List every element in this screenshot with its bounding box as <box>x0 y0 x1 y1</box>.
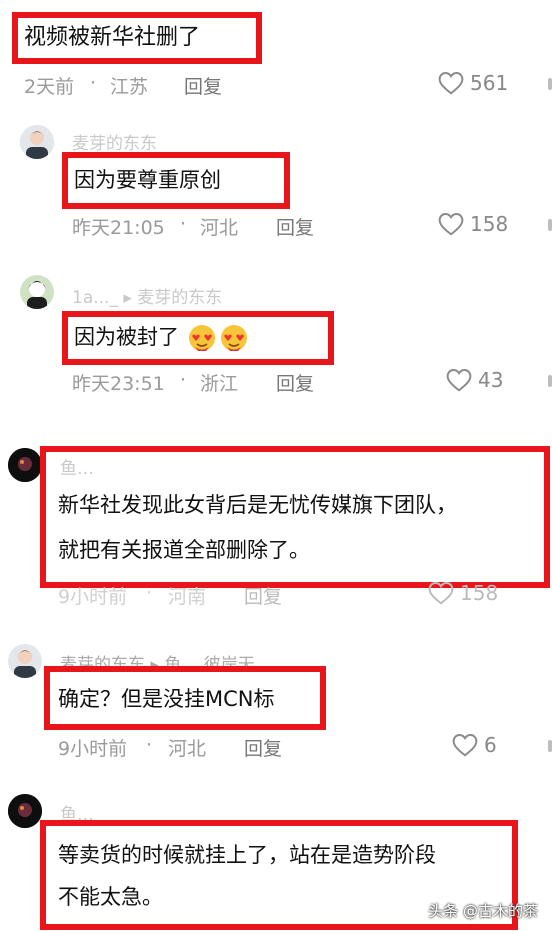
like-count: 43 <box>478 368 504 392</box>
comment-1: 视频被新华社删了 2天前 · 江苏 回复 561 <box>0 0 552 110</box>
avatar[interactable] <box>8 448 42 482</box>
comment-location: 河北 <box>168 738 207 760</box>
like-count: 158 <box>460 581 499 605</box>
comment-text-line1: 等卖货的时候就挂上了，站在是造势阶段 <box>58 843 436 867</box>
comment-text-line1: 新华社发现此女背后是无忧传媒旗下团队， <box>58 493 457 517</box>
comment-time: 昨天21:05 <box>72 217 165 239</box>
avatar[interactable] <box>20 125 54 159</box>
comment-time: 2天前 <box>24 76 75 98</box>
comment-location: 河南 <box>168 586 207 608</box>
comment-5: 麦芽的东东 ▸ 鱼… 彼岸天 确定？但是没挂MCN标 9小时前 · 河北 回复 … <box>0 640 552 765</box>
more-indicator <box>548 78 552 90</box>
comment-text-body: 因为被封了 <box>74 325 179 349</box>
comment-text: 因为被封了 <box>74 323 250 353</box>
comment-time: 昨天23:51 <box>72 373 165 395</box>
username[interactable]: 麦芽的东东 <box>72 129 157 154</box>
reply-button[interactable]: 回复 <box>276 213 314 240</box>
more-indicator <box>548 219 552 231</box>
like-count: 561 <box>470 71 509 95</box>
reply-button[interactable]: 回复 <box>184 72 222 99</box>
comment-text: 因为要尊重原创 <box>74 168 221 192</box>
comment-text: 确定？但是没挂MCN标 <box>58 687 275 711</box>
comment-time: 9小时前 <box>58 738 128 760</box>
like-count: 158 <box>470 212 509 236</box>
comment-text-line2: 就把有关报道全部删除了。 <box>58 538 310 562</box>
comment-time: 9小时前 <box>58 586 128 608</box>
watermark: 头条 @古木的茶 <box>428 902 538 920</box>
separator: · <box>180 213 187 235</box>
more-indicator <box>548 740 552 752</box>
heart-outline-icon <box>428 582 454 605</box>
reply-button[interactable]: 回复 <box>276 369 314 396</box>
separator: · <box>146 734 153 756</box>
avatar[interactable] <box>8 794 42 828</box>
comment-3: 1a..._ ▸ 麦芽的东东 因为被封了 昨天23:51 · 浙江 回复 43 <box>0 265 552 405</box>
like-button[interactable]: 6 <box>452 733 497 757</box>
heart-outline-icon <box>438 213 464 236</box>
reply-button[interactable]: 回复 <box>244 734 282 761</box>
avatar[interactable] <box>8 644 42 678</box>
like-button[interactable]: 158 <box>438 212 508 236</box>
like-button[interactable]: 43 <box>446 368 503 392</box>
more-indicator <box>548 375 552 387</box>
heart-face-emoji <box>220 325 247 351</box>
heart-outline-icon <box>446 369 472 392</box>
like-button[interactable]: 561 <box>438 71 508 95</box>
separator: · <box>146 582 153 604</box>
heart-face-emoji <box>188 325 215 351</box>
comment-location: 江苏 <box>110 76 149 98</box>
comment-location: 河北 <box>200 217 239 239</box>
heart-outline-icon <box>452 734 478 757</box>
reply-button[interactable]: 回复 <box>244 582 282 609</box>
separator: · <box>180 369 187 391</box>
comment-4: 鱼… 新华社发现此女背后是无忧传媒旗下团队， 就把有关报道全部删除了。 9小时前… <box>0 440 552 610</box>
like-button[interactable]: 158 <box>428 581 498 605</box>
comment-text: 视频被新华社删了 <box>24 25 201 50</box>
comment-2: 麦芽的东东 因为要尊重原创 昨天21:05 · 河北 回复 158 <box>0 115 552 245</box>
like-count: 6 <box>484 733 497 757</box>
separator: · <box>90 72 97 94</box>
heart-outline-icon <box>438 72 464 95</box>
avatar[interactable] <box>20 275 54 309</box>
comment-location: 浙江 <box>200 373 239 395</box>
comment-text-line2: 不能太急。 <box>58 885 163 909</box>
username[interactable]: 1a..._ ▸ 麦芽的东东 <box>72 283 222 308</box>
